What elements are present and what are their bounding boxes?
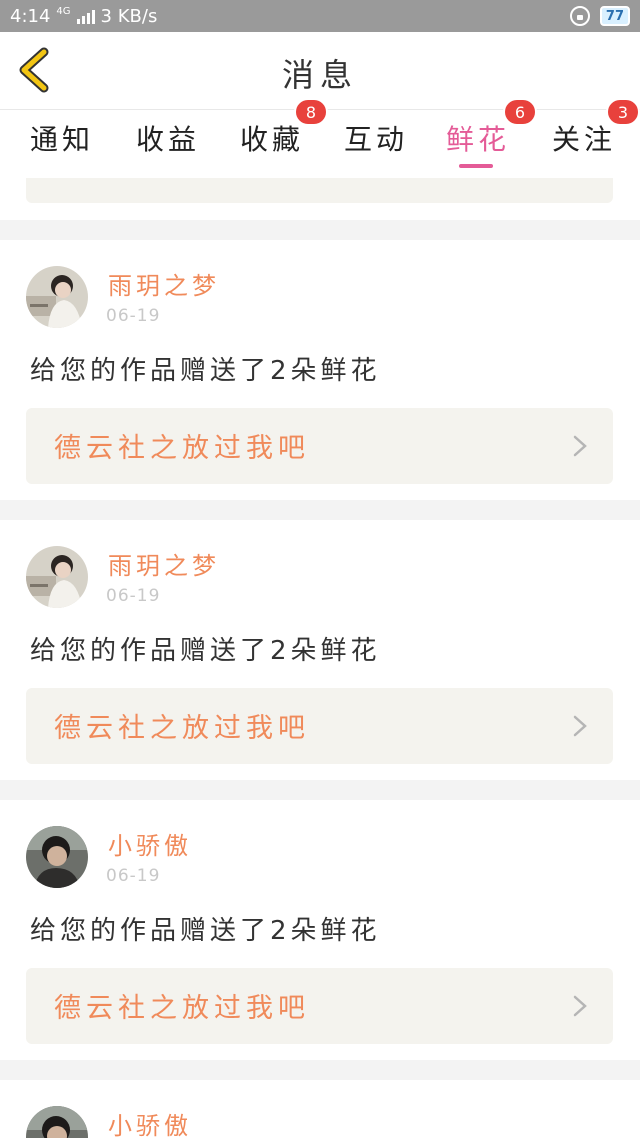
work-link[interactable]: 德云社之放过我吧	[26, 968, 613, 1044]
username[interactable]: 雨玥之梦	[108, 546, 220, 581]
username[interactable]: 小骄傲	[108, 826, 192, 861]
battery-icon: 77	[599, 6, 630, 26]
avatar-image	[26, 546, 88, 608]
header: 消息	[0, 32, 640, 110]
work-link[interactable]: 德云社之放过我吧	[26, 688, 613, 764]
avatar-image	[26, 1106, 88, 1138]
avatar[interactable]	[26, 826, 88, 888]
tab-follows[interactable]: 关注	[552, 118, 616, 174]
active-tab-indicator	[459, 164, 493, 168]
avatar[interactable]	[26, 266, 88, 328]
avatar[interactable]	[26, 546, 88, 608]
tab-label: 鲜花	[446, 123, 511, 156]
timestamp: 06-19	[106, 866, 161, 886]
username[interactable]: 雨玥之梦	[108, 266, 220, 301]
tab-earnings[interactable]: 收益	[136, 118, 200, 174]
avatar-image	[26, 826, 88, 888]
tab-label: 收益	[136, 123, 201, 156]
chevron-right-icon	[573, 995, 587, 1017]
status-left: 4:14 4G 3 KB/s	[10, 6, 157, 27]
timestamp: 06-19	[106, 586, 161, 606]
tab-interactions[interactable]: 互动	[344, 118, 408, 174]
chevron-right-icon	[573, 435, 587, 457]
list-item: 雨玥之梦 06-19 给您的作品赠送了2朵鲜花 德云社之放过我吧	[0, 240, 640, 500]
flowers-badge: 6	[503, 98, 537, 126]
list-item: 小骄傲 06-19 给您的作品赠送了2朵鲜花 德云社之放过我吧	[0, 800, 640, 1060]
status-right: 77	[569, 6, 630, 26]
follows-badge: 3	[606, 98, 640, 126]
timestamp: 06-19	[106, 306, 161, 326]
status-time: 4:14	[10, 5, 51, 27]
favorites-badge: 8	[294, 98, 328, 126]
rotation-lock-icon	[569, 6, 590, 26]
status-bar: 4:14 4G 3 KB/s 77	[0, 0, 640, 32]
work-title: 德云社之放过我吧	[54, 713, 310, 744]
list-item	[0, 178, 640, 220]
tab-label: 通知	[30, 123, 95, 156]
avatar-image	[26, 266, 88, 328]
page-title: 消息	[281, 56, 358, 94]
signal-icon	[76, 8, 95, 24]
tab-label: 收藏	[240, 123, 305, 156]
work-title: 德云社之放过我吧	[54, 993, 310, 1024]
work-link[interactable]: 德云社之放过我吧	[26, 408, 613, 484]
chevron-right-icon	[573, 715, 587, 737]
gift-message: 给您的作品赠送了2朵鲜花	[30, 916, 381, 946]
work-title: 德云社之放过我吧	[54, 433, 310, 464]
list-item: 雨玥之梦 06-19 给您的作品赠送了2朵鲜花 德云社之放过我吧	[0, 520, 640, 780]
list-item: 小骄傲	[0, 1080, 640, 1138]
tab-bar: 通知 收益 收藏 互动 鲜花 关注 8 6 3	[0, 98, 640, 178]
avatar[interactable]	[26, 1106, 88, 1138]
tab-favorites[interactable]: 收藏	[240, 118, 304, 174]
tab-notifications[interactable]: 通知	[30, 118, 94, 174]
network-speed: 3 KB/s	[100, 5, 158, 27]
battery-level: 77	[605, 8, 624, 24]
network-type: 4G	[56, 6, 71, 17]
tab-label: 互动	[344, 123, 409, 156]
work-link[interactable]	[26, 178, 613, 203]
gift-message: 给您的作品赠送了2朵鲜花	[30, 636, 381, 666]
gift-message: 给您的作品赠送了2朵鲜花	[30, 356, 381, 386]
flower-feed: 雨玥之梦 06-19 给您的作品赠送了2朵鲜花 德云社之放过我吧 雨玥之梦 06…	[0, 178, 640, 1138]
tab-label: 关注	[552, 123, 617, 156]
username[interactable]: 小骄傲	[108, 1106, 192, 1138]
